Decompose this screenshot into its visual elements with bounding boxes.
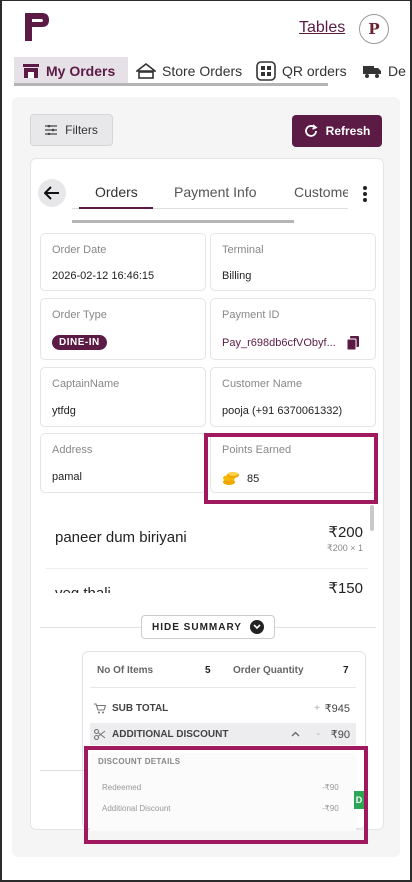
tables-link[interactable]: Tables <box>299 19 345 37</box>
avatar[interactable]: P <box>359 14 389 44</box>
order-date-box: Order Date 2026-02-12 16:46:15 <box>40 233 206 291</box>
active-tab-indicator <box>79 207 153 209</box>
card-tabs-scrollbar[interactable] <box>72 220 294 223</box>
qr-icon <box>256 61 276 81</box>
discount-highlight <box>84 746 368 844</box>
customer-value: pooja (+91 6370061332) <box>222 405 343 417</box>
copy-icon[interactable] <box>347 336 359 350</box>
refresh-button[interactable]: Refresh <box>292 115 382 147</box>
tab-qr-orders[interactable]: QR orders <box>256 57 347 85</box>
chevron-down-icon <box>249 620 264 634</box>
arrow-left-icon <box>44 186 59 200</box>
tabs-scrollbar[interactable] <box>14 83 328 86</box>
tab-delivery[interactable]: De <box>362 57 406 85</box>
tab-customer[interactable]: Custome <box>294 184 348 200</box>
customer-box: Customer Name pooja (+91 6370061332) <box>210 367 376 427</box>
scissors-icon <box>94 728 106 740</box>
tab-payment-info[interactable]: Payment Info <box>174 184 257 200</box>
discount-value: ₹90 <box>330 728 350 741</box>
order-type-box: Order Type DINE-IN <box>40 298 206 360</box>
hide-summary-button[interactable]: HIDE SUMMARY <box>141 615 275 639</box>
terminal-box: Terminal Billing <box>210 233 376 291</box>
more-options-icon[interactable] <box>360 184 370 204</box>
summary-divider-inner <box>90 687 356 688</box>
tab-my-orders[interactable]: My Orders <box>14 57 128 85</box>
order-type-badge: DINE-IN <box>52 335 107 350</box>
store-icon <box>23 64 39 78</box>
address-value: pamal <box>52 471 82 483</box>
tab-store-orders[interactable]: Store Orders <box>136 57 242 85</box>
list-item[interactable]: veg thali ₹150 <box>46 573 368 593</box>
sub-total-value: ₹945 <box>324 702 350 715</box>
refresh-icon <box>304 124 318 137</box>
sub-total-row: SUB TOTAL + ₹945 <box>90 697 356 719</box>
divider <box>40 770 84 771</box>
cart-icon <box>94 702 106 713</box>
chevron-up-icon[interactable] <box>291 731 300 737</box>
list-item[interactable]: paneer dum biriyani ₹200 ₹200 × 1 <box>46 513 368 569</box>
order-date-value: 2026-02-12 16:46:15 <box>52 270 155 282</box>
address-box: Address pamal <box>40 433 206 493</box>
captain-value: ytfdg <box>52 405 76 417</box>
no-of-items-value: 5 <box>205 665 211 676</box>
items-scrollbar[interactable] <box>370 505 374 531</box>
captain-box: CaptainName ytfdg <box>40 367 206 427</box>
tab-orders[interactable]: Orders <box>95 184 138 200</box>
delivery-icon <box>363 66 381 78</box>
order-quantity-value: 7 <box>343 665 349 676</box>
stores-icon <box>136 63 156 79</box>
sliders-icon <box>45 125 58 135</box>
terminal-value: Billing <box>222 270 252 282</box>
payment-id-value: Pay_r698db6cfVObyf... <box>222 337 336 349</box>
app-logo-icon <box>25 13 49 41</box>
order-details-screen: Tables P My Orders Store Orders QR order… <box>2 1 410 880</box>
payment-id-box: Payment ID Pay_r698db6cfVObyf... <box>210 298 376 360</box>
filters-button[interactable]: Filters <box>30 114 113 146</box>
additional-discount-row[interactable]: ADDITIONAL DISCOUNT - ₹90 <box>90 723 356 745</box>
points-highlight <box>204 433 378 504</box>
back-button[interactable] <box>38 179 66 207</box>
